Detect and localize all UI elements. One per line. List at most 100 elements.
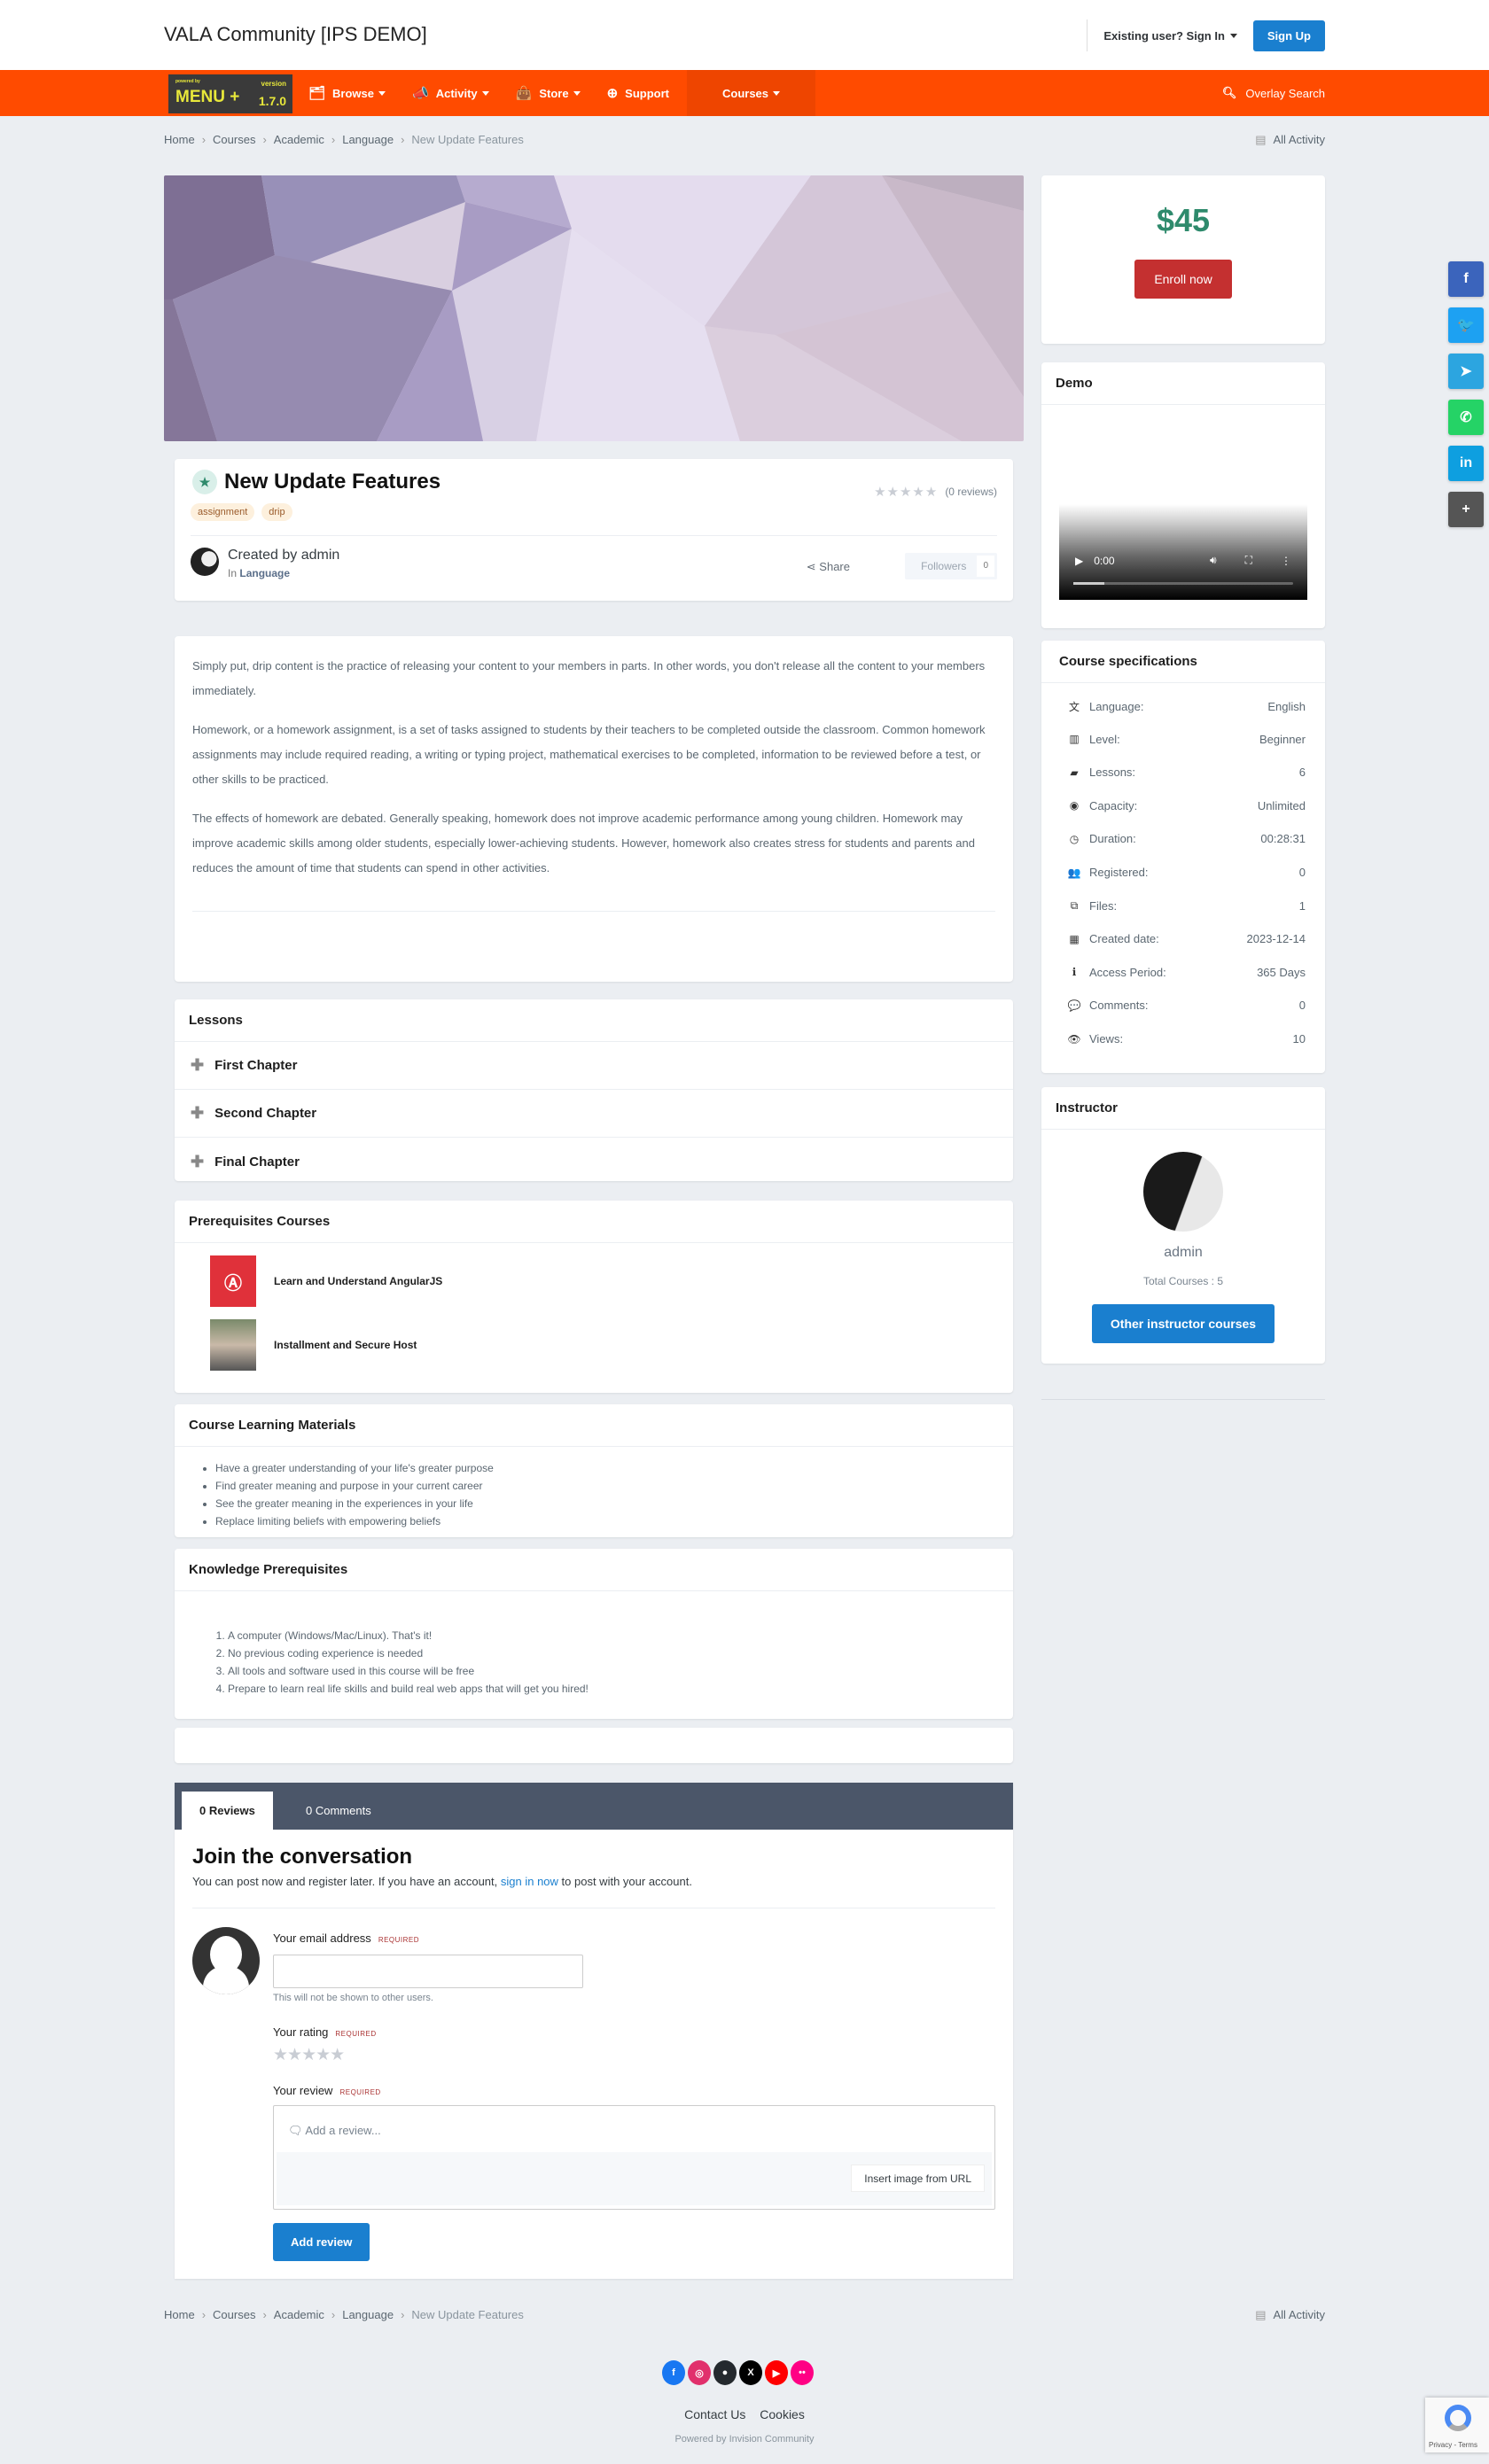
demo-card: Demo ▶ 0:00 🔊︎ ⛶ ⋮: [1041, 362, 1325, 628]
sign-up-button[interactable]: Sign Up: [1252, 19, 1325, 51]
lesson-item[interactable]: ✚ Second Chapter: [175, 1090, 1013, 1138]
cookies-link[interactable]: Cookies: [760, 2407, 805, 2421]
breadcrumb-home[interactable]: Home: [164, 2308, 195, 2321]
spec-value: Unlimited: [1257, 798, 1306, 812]
nav-item-browse[interactable]: 🗂 Browse: [308, 70, 386, 116]
nav-item-support[interactable]: ⊕ Support: [607, 70, 669, 116]
overlay-search-button[interactable]: 🔍︎ Overlay Search: [1222, 70, 1325, 116]
footer-instagram-link[interactable]: ◎: [688, 2360, 711, 2385]
search-label: Overlay Search: [1245, 86, 1325, 100]
instructor-avatar[interactable]: [1143, 1152, 1223, 1232]
breadcrumb: Home › Courses › Academic › Language › New U…: [164, 133, 524, 146]
language-icon: 文: [1068, 701, 1080, 713]
spec-label: Language:: [1089, 700, 1144, 713]
site-title[interactable]: VALA Community [IPS DEMO]: [164, 23, 427, 46]
tab-comments[interactable]: 0 Comments: [288, 1792, 389, 1830]
spec-row: ◷ Duration: 00:28:31: [1066, 832, 1306, 845]
breadcrumb-language[interactable]: Language: [342, 2308, 394, 2321]
enroll-button[interactable]: Enroll now: [1134, 260, 1232, 299]
share-linkedin-button[interactable]: in: [1448, 446, 1484, 481]
spec-label: Level:: [1089, 732, 1120, 746]
nav-item-store[interactable]: 👜 Store: [516, 70, 581, 116]
rating-stars-icon: ★★★★★: [874, 485, 939, 500]
volume-icon[interactable]: 🔊︎: [1210, 554, 1217, 567]
comment-icon: 💬: [1067, 999, 1081, 1012]
prerequisite-course-title: Learn and Understand AngularJS: [274, 1275, 443, 1287]
instructor-title: Instructor: [1041, 1087, 1325, 1130]
eye-icon: 👁: [1067, 1032, 1081, 1045]
footer-youtube-link[interactable]: ▶: [765, 2360, 788, 2385]
share-facebook-button[interactable]: f: [1448, 261, 1484, 297]
share-more-button[interactable]: +: [1448, 492, 1484, 527]
author-avatar[interactable]: [191, 548, 219, 576]
tag-list: assignment drip: [191, 503, 300, 521]
category-link[interactable]: Language: [239, 567, 290, 579]
spec-label: Access Period:: [1089, 965, 1166, 979]
insert-image-button[interactable]: Insert image from URL: [851, 2165, 985, 2192]
menuplus-logo[interactable]: powered by MENU + version 1.7.0: [168, 74, 292, 113]
newspaper-icon: ▤: [1255, 2308, 1267, 2321]
recaptcha-terms[interactable]: Privacy - Terms: [1429, 2441, 1477, 2449]
share-button[interactable]: ⋖ Share: [807, 560, 850, 574]
rating-stars-input[interactable]: ★★★★★: [273, 2045, 345, 2065]
powered-by[interactable]: Powered by Invision Community: [0, 2434, 1489, 2445]
twitter-icon: 🐦: [1457, 318, 1475, 333]
video-progress-bar[interactable]: [1073, 582, 1293, 585]
powered-by-label: powered by: [175, 79, 200, 84]
share-telegram-button[interactable]: ➤: [1448, 354, 1484, 389]
spec-value: 00:28:31: [1260, 832, 1306, 846]
chevron-right-icon: ›: [201, 2308, 207, 2321]
breadcrumb-courses[interactable]: Courses: [213, 133, 255, 146]
breadcrumb-home[interactable]: Home: [164, 133, 195, 146]
add-review-button[interactable]: Add review: [273, 2223, 370, 2261]
breadcrumb-academic[interactable]: Academic: [274, 133, 324, 146]
tab-reviews[interactable]: 0 Reviews: [182, 1792, 273, 1830]
sign-in-now-link[interactable]: sign in now: [501, 1875, 558, 1888]
prerequisite-course-item[interactable]: Installment and Secure Host: [210, 1319, 417, 1371]
nav-item-activity[interactable]: 📣 Activity: [412, 70, 489, 116]
fullscreen-icon[interactable]: ⛶: [1245, 554, 1252, 567]
guest-avatar: [192, 1927, 260, 1994]
footer-flickr-link[interactable]: ••: [791, 2360, 814, 2385]
nav-item-courses[interactable]: Courses: [687, 70, 816, 116]
follow-button[interactable]: Followers 0: [905, 553, 997, 579]
breadcrumb-academic[interactable]: Academic: [274, 2308, 324, 2321]
demo-video-player[interactable]: ▶ 0:00 🔊︎ ⛶ ⋮: [1059, 504, 1307, 600]
play-icon[interactable]: ▶: [1075, 555, 1083, 567]
facebook-icon: f: [1463, 271, 1469, 286]
user-circle-icon: ◉: [1069, 799, 1080, 812]
contact-us-link[interactable]: Contact Us: [684, 2407, 745, 2421]
breadcrumb-language[interactable]: Language: [342, 133, 394, 146]
recaptcha-badge[interactable]: Privacy - Terms: [1425, 2398, 1489, 2452]
lesson-item[interactable]: ✚ First Chapter: [175, 1042, 1013, 1090]
course-specifications-card: Course specifications 文 Language: English ▥…: [1041, 641, 1325, 1073]
breadcrumb-courses[interactable]: Courses: [213, 2308, 255, 2321]
footer-facebook-link[interactable]: f: [662, 2360, 685, 2385]
knowledge-item: A computer (Windows/Mac/Linux). That's i…: [228, 1627, 589, 1644]
join-text: to post with your account.: [561, 1875, 692, 1888]
label-text: Your rating: [273, 2025, 329, 2039]
email-field[interactable]: [273, 1955, 583, 1988]
other-instructor-courses-button[interactable]: Other instructor courses: [1092, 1304, 1275, 1343]
email-hint: This will not be shown to other users.: [273, 1993, 433, 2003]
x-icon: X: [747, 2367, 754, 2378]
required-badge: REQUIRED: [335, 2030, 377, 2038]
spec-label: Registered:: [1089, 866, 1149, 879]
join-conversation-text: You can post now and register later. If …: [192, 1875, 692, 1888]
instructor-name[interactable]: admin: [1041, 1245, 1325, 1261]
bar-chart-icon: ▥: [1069, 733, 1080, 746]
share-twitter-button[interactable]: 🐦: [1448, 307, 1484, 343]
all-activity-link[interactable]: ▤ All Activity: [1255, 133, 1325, 147]
lesson-item[interactable]: ✚ Final Chapter: [175, 1138, 1013, 1185]
more-options-icon[interactable]: ⋮: [1281, 555, 1291, 567]
footer-github-link[interactable]: ●: [713, 2360, 737, 2385]
sign-in-link[interactable]: Existing user? Sign In: [1103, 29, 1237, 43]
footer-x-link[interactable]: X: [739, 2360, 762, 2385]
prerequisite-course-item[interactable]: Ⓐ Learn and Understand AngularJS: [210, 1255, 442, 1307]
tag-assignment[interactable]: assignment: [191, 503, 255, 521]
review-editor[interactable]: 🗨︎ Add a review... Insert image from URL: [273, 2105, 995, 2210]
tag-drip[interactable]: drip: [261, 503, 292, 521]
share-whatsapp-button[interactable]: ✆: [1448, 400, 1484, 435]
flickr-icon: ••: [799, 2367, 806, 2378]
all-activity-link[interactable]: ▤ All Activity: [1255, 2308, 1325, 2322]
